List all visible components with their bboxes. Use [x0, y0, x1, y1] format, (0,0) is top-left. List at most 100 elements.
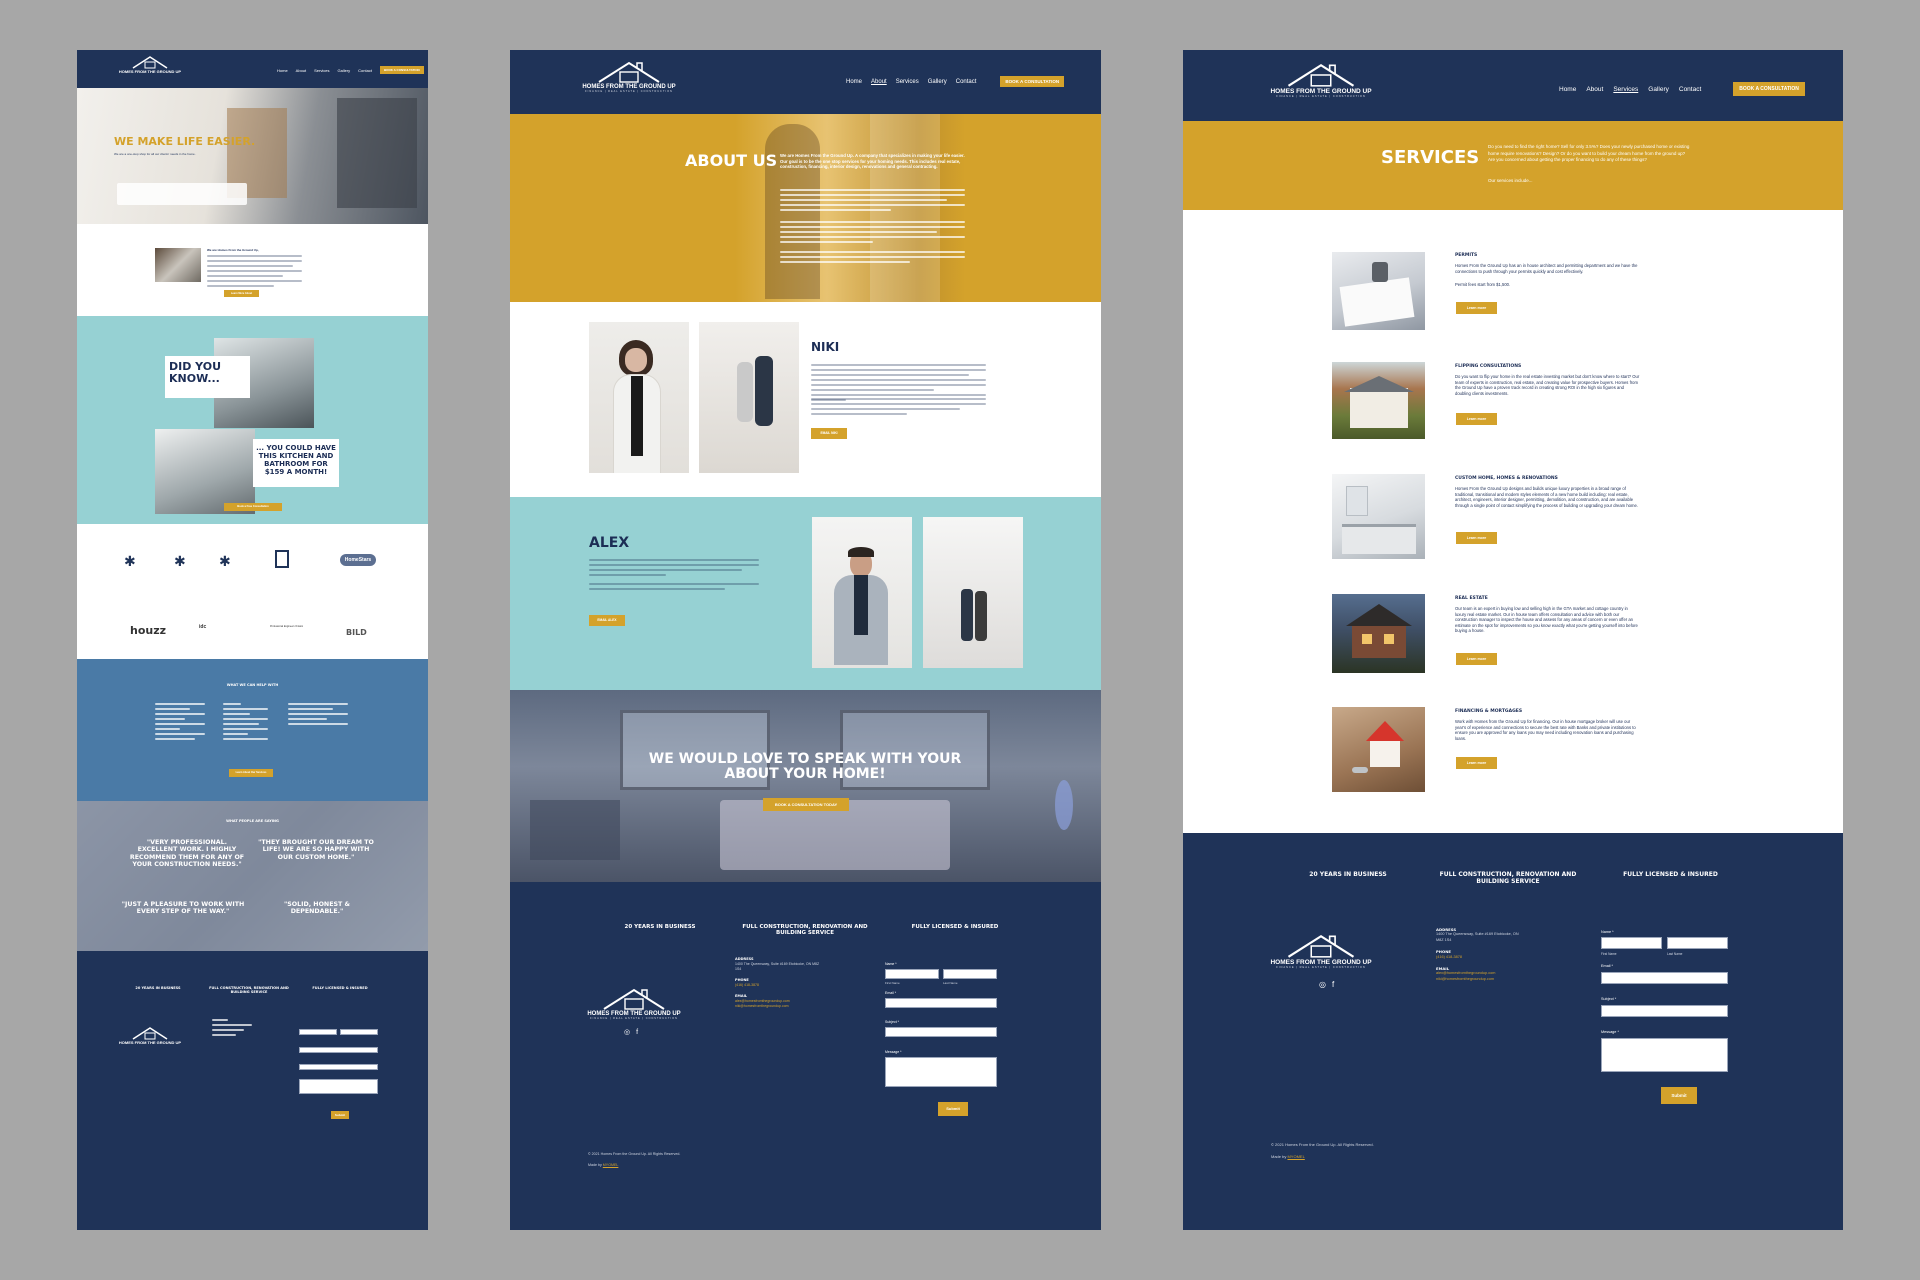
nav-about[interactable]: About: [871, 79, 887, 85]
niki-couple-photo: [699, 322, 799, 473]
alex-portrait-photo: [812, 517, 912, 668]
custom-home-photo: [1332, 474, 1425, 559]
partner-logo-4: [275, 550, 289, 568]
about-logo[interactable]: HOMES FROM THE GROUND UP FINANCE | REAL …: [580, 60, 678, 93]
nav-cta-button[interactable]: BOOK A CONSULTATION: [1733, 82, 1805, 96]
learn-more-custom-home-button[interactable]: Learn more: [1456, 532, 1497, 544]
nav-services[interactable]: Services: [1613, 86, 1638, 93]
facebook-icon[interactable]: f: [636, 1029, 644, 1036]
phone-link[interactable]: (416) 418-3878: [1436, 955, 1526, 960]
email-link-2[interactable]: niki@homesfromthegroundup.com: [735, 1004, 820, 1009]
nav-about[interactable]: About: [296, 68, 306, 73]
nav-services[interactable]: Services: [896, 79, 919, 85]
made-by-link[interactable]: MYOMEL: [603, 1163, 619, 1167]
footer-logo: HOMES FROM THE GROUND UP: [117, 1026, 183, 1045]
form-email-label: Email *: [885, 991, 897, 995]
copyright: © 2021 Homes From the Ground Up. All Rig…: [588, 1152, 681, 1156]
services-logo[interactable]: HOMES FROM THE GROUND UP FINANCE | REAL …: [1268, 62, 1374, 98]
nav-contact[interactable]: Contact: [1679, 86, 1701, 93]
alex-section: ALEX EMAIL ALEX: [510, 497, 1101, 690]
nav-gallery[interactable]: Gallery: [1648, 86, 1669, 93]
partner-logo-1: ✱: [124, 553, 136, 569]
nav-contact[interactable]: Contact: [358, 68, 372, 73]
footer-logo: HOMES FROM THE GROUND UP FINANCE | REAL …: [580, 987, 688, 1036]
instagram-icon[interactable]: ◎: [1319, 980, 1332, 989]
learn-more-flipping-button[interactable]: Learn more: [1456, 413, 1497, 425]
services-title: SERVICES: [1381, 147, 1480, 168]
nav-home[interactable]: Home: [846, 79, 862, 85]
book-consultation-today-button[interactable]: BOOK A CONSULTATION TODAY: [763, 798, 849, 811]
made-by-link[interactable]: MYOMEL: [1287, 1154, 1304, 1159]
form-subject[interactable]: [885, 1027, 997, 1037]
home-form-first[interactable]: [299, 1029, 337, 1035]
roof-logo-icon: [598, 61, 660, 83]
form-last-name[interactable]: [943, 969, 997, 979]
homestars-logo: HomeStars: [340, 554, 376, 566]
home-logo[interactable]: HOMES FROM THE GROUND UP: [117, 55, 183, 74]
social-icons: ◎f: [580, 1028, 688, 1036]
form-last-label: Last Name: [943, 981, 958, 985]
hero-title: WE MAKE LIFE EASIER.: [114, 135, 256, 148]
form-subject[interactable]: [1601, 1005, 1728, 1017]
nav-about[interactable]: About: [1586, 86, 1603, 93]
home-form-last[interactable]: [340, 1029, 378, 1035]
permits-photo: [1332, 252, 1425, 330]
bild-logo: BILD: [346, 628, 367, 637]
address-text: 1400 The Queensway, Suite #169 Etobicoke…: [1436, 932, 1519, 942]
learn-more-permits-button[interactable]: Learn more: [1456, 302, 1497, 314]
flipping-photo: [1332, 362, 1425, 439]
intro-kitchen-photo: [155, 248, 201, 282]
form-name-label: Name *: [885, 962, 897, 966]
partner-logo-3: ✱: [219, 553, 231, 569]
email-link-2[interactable]: niki@homesfromthegroundup.com: [1436, 977, 1526, 982]
about-intro: We are Homes From the Ground Up. A compa…: [780, 153, 965, 169]
services-learn-button[interactable]: Learn About Our Services: [229, 769, 273, 777]
did-you-know-section: DID YOU KNOW... ... YOU COULD HAVE THIS …: [77, 316, 428, 524]
form-message[interactable]: [1601, 1038, 1728, 1072]
email-alex-button[interactable]: EMAIL ALEX: [589, 615, 625, 626]
facebook-icon[interactable]: f: [1332, 980, 1340, 989]
form-last-name[interactable]: [1667, 937, 1728, 949]
home-footer: 20 YEARS IN BUSINESS FULL CONSTRUCTION, …: [77, 951, 428, 1230]
instagram-icon[interactable]: ◎: [624, 1029, 636, 1036]
brand-name: HOMES FROM THE GROUND UP: [118, 1040, 182, 1045]
form-submit-button[interactable]: Submit: [1661, 1087, 1697, 1104]
form-email[interactable]: [1601, 972, 1728, 984]
services-page-mockup: HOMES FROM THE GROUND UP FINANCE | REAL …: [1183, 50, 1843, 1230]
nav-cta-button[interactable]: BOOK A CONSULTATION: [1000, 76, 1065, 87]
partner-logo-2: ✱: [174, 553, 186, 569]
learn-more-financing-button[interactable]: Learn more: [1456, 757, 1497, 769]
nav-home[interactable]: Home: [1559, 86, 1576, 93]
nav-home[interactable]: Home: [277, 68, 288, 73]
nav-cta-button[interactable]: BOOK A CONSULTATION: [379, 66, 424, 74]
nav-gallery[interactable]: Gallery: [337, 68, 350, 73]
intro-learn-more-button[interactable]: Learn More About: [224, 290, 259, 297]
made-by-prefix: Made by: [588, 1163, 603, 1167]
hero-subtitle: We are a one-stop shop for all our clien…: [114, 152, 196, 156]
about-hero: ABOUT US We are Homes From the Ground Up…: [510, 114, 1101, 302]
roof-logo-icon: [132, 1027, 168, 1040]
form-first-label: First Name: [1601, 952, 1617, 956]
home-form-subject[interactable]: [299, 1064, 378, 1070]
form-message[interactable]: [885, 1057, 997, 1087]
services-intro-2: Our services include...: [1488, 178, 1533, 183]
form-submit-button[interactable]: Submit: [938, 1102, 968, 1116]
home-form-message[interactable]: [299, 1079, 378, 1094]
nav-contact[interactable]: Contact: [956, 79, 977, 85]
form-first-name[interactable]: [885, 969, 939, 979]
home-form-email[interactable]: [299, 1047, 378, 1053]
phone-link[interactable]: (416) 418-3878: [735, 983, 820, 988]
form-email[interactable]: [885, 998, 997, 1008]
nav-gallery[interactable]: Gallery: [928, 79, 947, 85]
footer-social: ◎f: [1319, 980, 1340, 989]
email-niki-button[interactable]: EMAIL NIKI: [811, 428, 847, 439]
about-header: HOMES FROM THE GROUND UP FINANCE | REAL …: [510, 50, 1101, 114]
nav-services[interactable]: Services: [314, 68, 329, 73]
form-first-name[interactable]: [1601, 937, 1662, 949]
services-nav: Home About Services Gallery Contact BOOK…: [1559, 82, 1805, 96]
home-form-submit[interactable]: Submit: [331, 1111, 349, 1119]
testimonials-section: WHAT PEOPLE ARE SAYING "VERY PROFESSIONA…: [77, 801, 428, 951]
footer-stat-2: FULL CONSTRUCTION, RENOVATION AND BUILDI…: [209, 986, 289, 994]
free-consultation-button[interactable]: Book a Free Consultation: [224, 503, 282, 511]
learn-more-real-estate-button[interactable]: Learn more: [1456, 653, 1497, 665]
